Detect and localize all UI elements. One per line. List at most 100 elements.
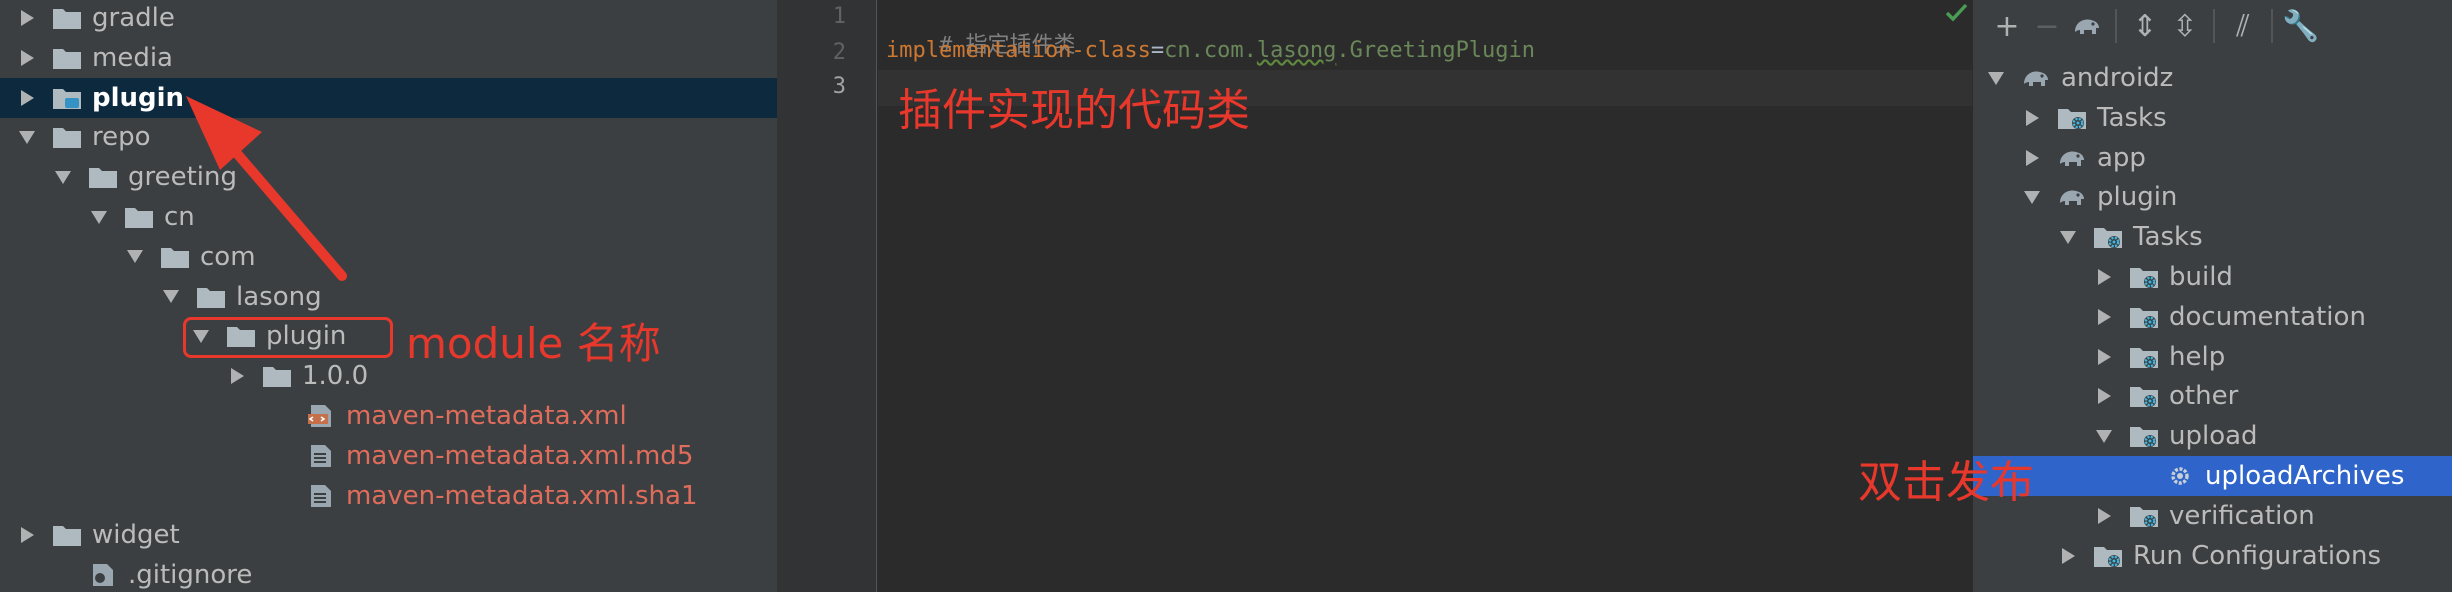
elephant-icon[interactable] <box>2067 6 2107 46</box>
project-tree-row[interactable]: maven-metadata.xml.sha1 <box>0 476 777 516</box>
gradle-tree-row[interactable]: uploadArchives <box>1973 456 2452 496</box>
folder-icon <box>52 523 82 547</box>
toggle-offline-icon[interactable]: ⫽ <box>2223 6 2263 46</box>
expanded-arrow-icon[interactable] <box>2057 226 2079 248</box>
collapsed-arrow-icon[interactable] <box>2093 385 2115 407</box>
collapsed-arrow-icon[interactable] <box>16 7 38 29</box>
gradle-tree-row[interactable]: help <box>1973 337 2452 377</box>
expanded-arrow-icon[interactable] <box>52 166 74 188</box>
gradle-panel: + − ⇕ ⇳ ⫽ 🔧 androidz Tasks app plugin Tasks build d… <box>1972 0 2452 592</box>
collapsed-arrow-icon[interactable] <box>16 87 38 109</box>
expanded-arrow-icon[interactable] <box>124 246 146 268</box>
project-tree-row[interactable]: maven-metadata.xml <box>0 396 777 436</box>
wrench-icon[interactable]: 🔧 <box>2281 6 2321 46</box>
expanded-arrow-icon[interactable] <box>2021 186 2043 208</box>
gitignore-file-icon <box>88 563 118 587</box>
collapsed-arrow-icon[interactable] <box>16 47 38 69</box>
xml-file-icon <box>306 404 336 428</box>
tasks-folder-icon <box>2129 265 2159 289</box>
line-number: 1 <box>832 4 846 29</box>
project-tree-label: media <box>92 42 173 73</box>
project-tree-row[interactable]: cn <box>0 197 777 237</box>
gradle-tree-label: uploadArchives <box>2205 461 2405 491</box>
folder-icon <box>160 245 190 269</box>
toolbar-separator <box>2213 9 2215 43</box>
gradle-tree-row[interactable]: Tasks <box>1973 217 2452 257</box>
project-tree-label: maven-metadata.xml <box>346 401 627 431</box>
collapsed-arrow-icon[interactable] <box>2093 266 2115 288</box>
gradle-tree-label: documentation <box>2169 301 2366 332</box>
project-tree-row[interactable]: maven-metadata.xml.md5 <box>0 436 777 476</box>
project-tree-label: greeting <box>128 162 238 193</box>
project-tree-row[interactable]: greeting <box>0 157 777 197</box>
expand-all-icon[interactable]: ⇕ <box>2125 6 2165 46</box>
gradle-toolbar: + − ⇕ ⇳ ⫽ 🔧 <box>1973 0 2452 52</box>
project-tree-label: repo <box>92 122 151 153</box>
tasks-folder-icon <box>2129 504 2159 528</box>
collapsed-arrow-icon[interactable] <box>226 365 248 387</box>
tasks-folder-icon <box>2093 225 2123 249</box>
expanded-arrow-icon[interactable] <box>1985 67 2007 89</box>
project-tree-row[interactable]: widget <box>0 515 777 555</box>
gradle-tree-row[interactable]: app <box>1973 138 2452 178</box>
line-number: 3 <box>832 74 846 99</box>
gradle-tree-label: upload <box>2169 421 2258 452</box>
gradle-tree-label: app <box>2097 142 2146 173</box>
collapse-all-icon[interactable]: ⇳ <box>2165 6 2205 46</box>
project-tree-panel: gradle media plugin repo greeting cn com lasong… <box>0 0 777 592</box>
gradle-tree-label: other <box>2169 381 2239 412</box>
inspection-ok-icon[interactable] <box>1944 0 1970 26</box>
module-folder-icon <box>52 86 82 110</box>
expanded-arrow-icon[interactable] <box>2093 425 2115 447</box>
collapsed-arrow-icon[interactable] <box>2093 505 2115 527</box>
tasks-folder-icon <box>2129 305 2159 329</box>
project-tree-row[interactable]: repo <box>0 117 777 157</box>
gradle-tree-label: Tasks <box>2097 102 2167 133</box>
project-tree-row[interactable]: com <box>0 237 777 277</box>
folder-icon <box>124 205 154 229</box>
collapsed-arrow-icon[interactable] <box>16 524 38 546</box>
gradle-tree-label: Run Configurations <box>2133 540 2381 571</box>
gradle-tree-row[interactable]: upload <box>1973 416 2452 456</box>
collapsed-arrow-icon[interactable] <box>2021 107 2043 129</box>
gradle-tree-row[interactable]: plugin <box>1973 177 2452 217</box>
project-tree-label: 1.0.0 <box>302 361 369 392</box>
folder-icon <box>262 364 292 388</box>
project-tree-row[interactable]: .gitignore <box>0 555 777 592</box>
collapsed-arrow-icon[interactable] <box>2021 147 2043 169</box>
expanded-arrow-icon[interactable] <box>16 126 38 148</box>
tasks-folder-icon <box>2057 106 2087 130</box>
editor-gutter: 1 2 3 <box>777 0 877 592</box>
expanded-arrow-icon[interactable] <box>160 286 182 308</box>
gradle-tree-row[interactable]: Run Configurations <box>1973 536 2452 576</box>
project-tree-row[interactable]: gradle <box>0 0 777 38</box>
add-icon[interactable]: + <box>1987 6 2027 46</box>
project-tree-label: cn <box>164 202 195 232</box>
project-tree-label: com <box>200 241 256 272</box>
expanded-arrow-icon[interactable] <box>88 206 110 228</box>
property-value: cn.com. <box>1164 38 1257 63</box>
project-tree-label: maven-metadata.xml.md5 <box>346 440 694 471</box>
property-value-typo: lasong <box>1256 38 1337 63</box>
collapsed-arrow-icon[interactable] <box>2057 545 2079 567</box>
remove-icon[interactable]: − <box>2027 6 2067 46</box>
gradle-tree-row[interactable]: documentation <box>1973 297 2452 337</box>
folder-icon <box>52 6 82 30</box>
folder-icon <box>52 46 82 70</box>
code-line-2[interactable]: implementation-class=cn.com.lasong.Greet… <box>886 38 1535 63</box>
toolbar-separator <box>2115 9 2117 43</box>
property-equals: = <box>1150 38 1165 63</box>
gradle-tree-label: plugin <box>2097 182 2178 213</box>
collapsed-arrow-icon[interactable] <box>2093 346 2115 368</box>
project-tree-row[interactable]: media <box>0 38 777 78</box>
gradle-tree-row[interactable]: androidz <box>1973 58 2452 98</box>
gradle-tree-row[interactable]: build <box>1973 257 2452 297</box>
collapsed-arrow-icon[interactable] <box>2093 306 2115 328</box>
property-value: .GreetingPlugin <box>1336 38 1536 63</box>
gradle-tree-row[interactable]: other <box>1973 376 2452 416</box>
project-tree-row[interactable]: plugin <box>0 77 777 118</box>
gradle-tree-row[interactable]: verification <box>1973 496 2452 536</box>
gradle-tree-row[interactable]: Tasks <box>1973 98 2452 138</box>
gradle-tree-label: verification <box>2169 500 2315 531</box>
code-editor[interactable]: # 指定插件类 implementation-class=cn.com.laso… <box>878 0 1972 592</box>
